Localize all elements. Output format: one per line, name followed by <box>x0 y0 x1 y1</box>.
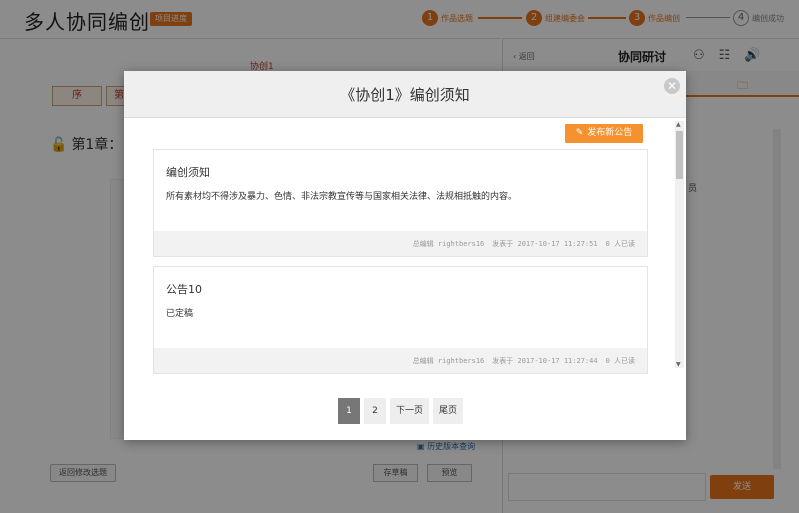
publish-announcement-button[interactable]: ✎ 发布新公告 <box>565 124 643 143</box>
notice-card: 公告10 已定稿 总编辑 rightbers16 发表于 2017-10-17 1… <box>153 266 648 374</box>
notice-read-count: 0 人已读 <box>605 357 635 365</box>
notice-meta: 总编辑 rightbers16 发表于 2017-10-17 11:27:44 0 … <box>405 356 635 366</box>
modal-title: 《协创1》编创须知 <box>340 86 470 104</box>
modal-scrollbar[interactable]: ▲ ▼ <box>675 121 684 368</box>
last-page-button[interactable]: 尾页 <box>433 398 464 424</box>
notice-read-count: 0 人已读 <box>605 240 635 248</box>
pagination: 1 2 下一页 尾页 <box>338 398 464 424</box>
notice-content: 已定稿 <box>166 309 194 319</box>
scrollbar-thumb[interactable] <box>676 131 683 179</box>
page-1-button[interactable]: 1 <box>338 398 360 424</box>
publish-button-label: 发布新公告 <box>587 128 633 138</box>
page-2-button[interactable]: 2 <box>364 398 386 424</box>
notice-card: 编创须知 所有素材均不得涉及暴力、色情、非法宗教宣传等与国家相关法律、法规相抵触… <box>153 149 648 257</box>
notice-meta: 总编辑 rightbers16 发表于 2017-10-17 11:27:51 0 … <box>405 239 635 249</box>
edit-icon: ✎ <box>575 128 584 138</box>
notice-date: 发表于 2017-10-17 11:27:44 <box>492 357 598 365</box>
notice-footer: 总编辑 rightbers16 发表于 2017-10-17 11:27:44 0 … <box>154 348 647 373</box>
next-page-button[interactable]: 下一页 <box>390 398 430 424</box>
notice-author: 总编辑 rightbers16 <box>412 240 485 248</box>
notice-content: 所有素材均不得涉及暴力、色情、非法宗教宣传等与国家相关法律、法规相抵触的内容。 <box>166 192 518 202</box>
scroll-down-icon[interactable]: ▼ <box>676 361 681 368</box>
guidelines-modal: 《协创1》编创须知 ✕ ✎ 发布新公告 编创须知 所有素材均不得涉及暴力、色情、非… <box>124 71 686 440</box>
scroll-up-icon[interactable]: ▲ <box>676 121 681 128</box>
notice-author: 总编辑 rightbers16 <box>412 357 485 365</box>
close-icon[interactable]: ✕ <box>664 78 680 94</box>
notice-title: 编创须知 <box>166 166 210 179</box>
modal-body: ✎ 发布新公告 编创须知 所有素材均不得涉及暴力、色情、非法宗教宣传等与国家相关法… <box>124 118 686 374</box>
modal-header: 《协创1》编创须知 ✕ <box>124 71 686 118</box>
notice-date: 发表于 2017-10-17 11:27:51 <box>492 240 598 248</box>
notice-footer: 总编辑 rightbers16 发表于 2017-10-17 11:27:51 0 … <box>154 231 647 256</box>
notice-title: 公告10 <box>166 283 202 296</box>
